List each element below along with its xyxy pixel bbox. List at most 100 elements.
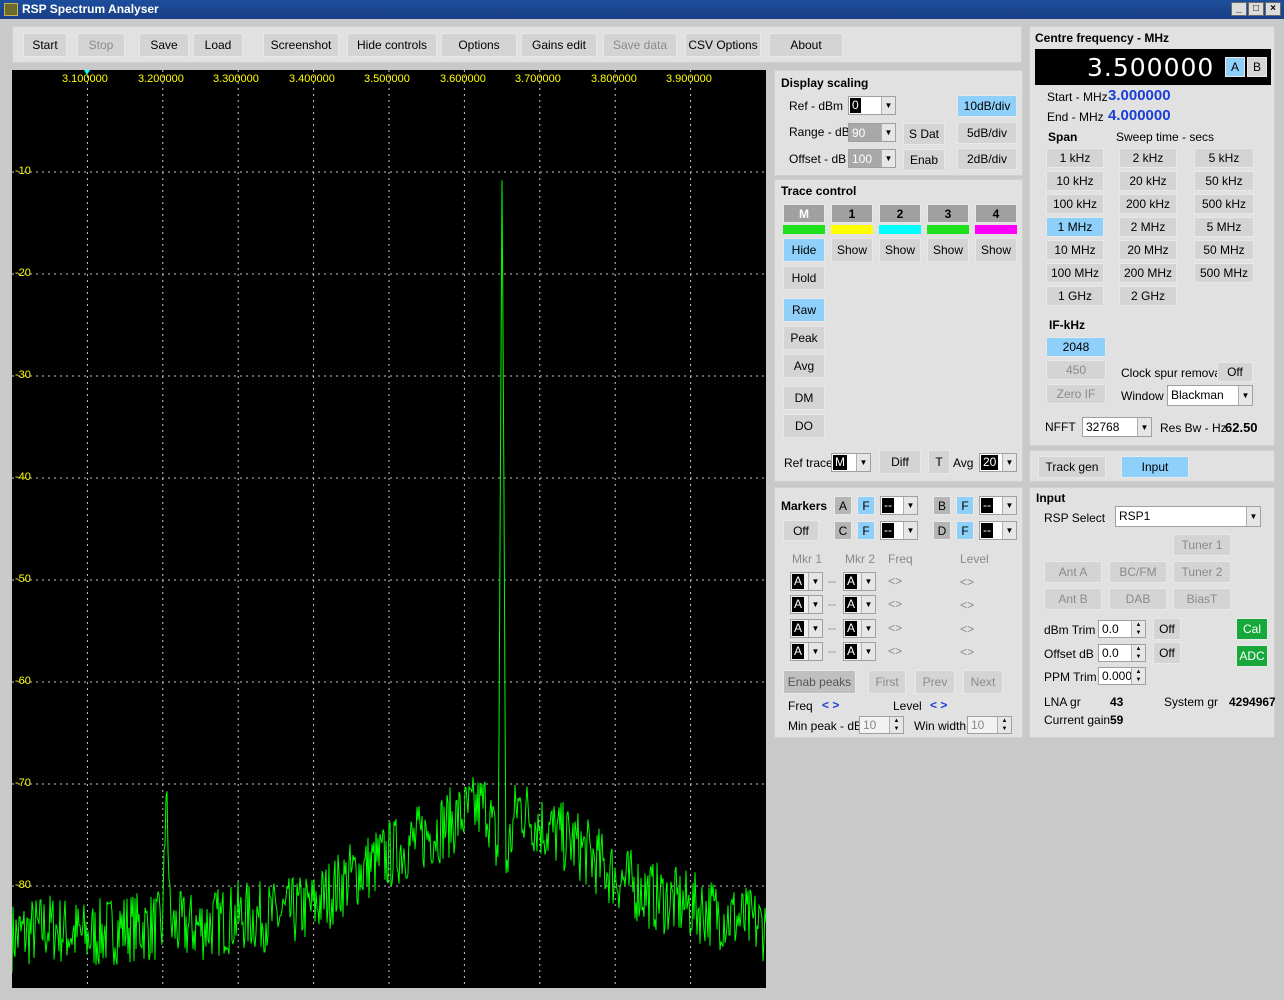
span-20khz-button[interactable]: 20 kHz [1119, 171, 1177, 191]
markers-off-button[interactable]: Off [783, 520, 819, 541]
do-button[interactable]: DO [783, 414, 825, 438]
options-button[interactable]: Options [441, 33, 517, 57]
trace-1-tab[interactable]: 1 [831, 204, 873, 223]
mkr2-select[interactable]: A ▼ [843, 595, 876, 614]
stop-button[interactable]: Stop [77, 33, 125, 57]
zero-if-button[interactable]: Zero IF [1046, 384, 1106, 404]
trace-2-tab[interactable]: 2 [879, 204, 921, 223]
peak-button[interactable]: Peak [783, 326, 825, 350]
freq-b-button[interactable]: B [1247, 57, 1267, 77]
save-data-button[interactable]: Save data [603, 33, 677, 57]
trace-m-hide-button[interactable]: Hide [783, 238, 825, 262]
marker-c-select[interactable]: -- ▼ [880, 521, 918, 540]
span-200mhz-button[interactable]: 200 MHz [1119, 263, 1177, 283]
avg-button[interactable]: Avg [783, 354, 825, 378]
trace-3-tab[interactable]: 3 [927, 204, 969, 223]
if-450-button[interactable]: 450 [1046, 360, 1106, 380]
span-2mhz-button[interactable]: 2 MHz [1119, 217, 1177, 237]
span-1khz-button[interactable]: 1 kHz [1046, 148, 1104, 168]
span-200khz-button[interactable]: 200 kHz [1119, 194, 1177, 214]
marker-d-select[interactable]: -- ▼ [979, 521, 1017, 540]
mkr2-select[interactable]: A ▼ [843, 572, 876, 591]
trace-4-tab[interactable]: 4 [975, 204, 1017, 223]
offset-db-stepper[interactable]: 0.0 ▲ ▼ [1098, 644, 1146, 662]
marker-c-f-button[interactable]: F [857, 521, 875, 540]
marker-b-select[interactable]: -- ▼ [979, 496, 1017, 515]
track-gen-button[interactable]: Track gen [1038, 456, 1106, 478]
marker-a-select[interactable]: -- ▼ [880, 496, 918, 515]
about-button[interactable]: About [769, 33, 843, 57]
span-2ghz-button[interactable]: 2 GHz [1119, 286, 1177, 306]
marker-a-button[interactable]: A [834, 496, 852, 515]
window-select[interactable]: Blackman ▼ [1167, 385, 1253, 406]
close-icon[interactable]: × [1265, 2, 1281, 16]
trace-4-show-button[interactable]: Show [975, 238, 1017, 262]
prev-peak-button[interactable]: Prev [915, 670, 955, 694]
csv-options-button[interactable]: CSV Options [685, 33, 761, 57]
marker-a-f-button[interactable]: F [857, 496, 875, 515]
ref-trace-select[interactable]: M ▼ [831, 453, 871, 472]
end-mhz-value[interactable]: 4.000000 [1108, 107, 1171, 124]
span-5mhz-button[interactable]: 5 MHz [1194, 217, 1254, 237]
bias-t-button[interactable]: BiasT [1173, 588, 1231, 610]
nfft-select[interactable]: 32768 ▼ [1082, 417, 1152, 437]
peak-level-arrows[interactable]: < > [930, 698, 947, 712]
span-500mhz-button[interactable]: 500 MHz [1194, 263, 1254, 283]
dbm-trim-stepper[interactable]: 0.0 ▲ ▼ [1098, 620, 1146, 638]
2db-div-button[interactable]: 2dB/div [957, 148, 1017, 170]
raw-button[interactable]: Raw [783, 298, 825, 322]
input-mode-button[interactable]: Input [1121, 456, 1189, 478]
ant-a-button[interactable]: Ant A [1044, 561, 1102, 583]
start-mhz-value[interactable]: 3.000000 [1108, 87, 1171, 104]
centre-frequency-display[interactable]: 3.500000 A B [1035, 49, 1271, 85]
ant-b-button[interactable]: Ant B [1044, 588, 1102, 610]
rsp-select[interactable]: RSP1 ▼ [1115, 506, 1261, 527]
gains-edit-button[interactable]: Gains edit [521, 33, 597, 57]
mkr1-select[interactable]: A ▼ [790, 595, 823, 614]
marker-b-button[interactable]: B [933, 496, 951, 515]
next-peak-button[interactable]: Next [963, 670, 1003, 694]
enab-button[interactable]: Enab [903, 149, 945, 171]
5db-div-button[interactable]: 5dB/div [957, 122, 1017, 144]
span-50khz-button[interactable]: 50 kHz [1194, 171, 1254, 191]
mkr2-select[interactable]: A ▼ [843, 642, 876, 661]
clock-spur-toggle[interactable]: Off [1217, 362, 1253, 382]
min-peak-stepper[interactable]: 10 ▲ ▼ [859, 716, 904, 734]
tuner-1-button[interactable]: Tuner 1 [1173, 534, 1231, 556]
if-2048-button[interactable]: 2048 [1046, 337, 1106, 357]
span-50mhz-button[interactable]: 50 MHz [1194, 240, 1254, 260]
t-button[interactable]: T [928, 450, 950, 474]
peak-freq-arrows[interactable]: < > [822, 698, 839, 712]
save-button[interactable]: Save [139, 33, 189, 57]
offset-db-select[interactable]: 100 ▼ [848, 149, 896, 168]
avg-count-select[interactable]: 20 ▼ [979, 453, 1017, 472]
mkr1-select[interactable]: A ▼ [790, 619, 823, 638]
load-button[interactable]: Load [193, 33, 243, 57]
hide-controls-button[interactable]: Hide controls [347, 33, 437, 57]
span-500khz-button[interactable]: 500 kHz [1194, 194, 1254, 214]
bc-fm-button[interactable]: BC/FM [1109, 561, 1167, 583]
tuner-2-button[interactable]: Tuner 2 [1173, 561, 1231, 583]
ppm-trim-stepper[interactable]: 0.000 ▲ ▼ [1098, 667, 1146, 685]
cal-button[interactable]: Cal [1236, 618, 1268, 640]
s-dat-button[interactable]: S Dat [903, 123, 945, 145]
span-10mhz-button[interactable]: 10 MHz [1046, 240, 1104, 260]
dab-button[interactable]: DAB [1109, 588, 1167, 610]
enab-peaks-button[interactable]: Enab peaks [783, 670, 856, 694]
marker-c-button[interactable]: C [834, 521, 852, 540]
restore-icon[interactable]: □ [1248, 2, 1264, 16]
dbm-trim-off-button[interactable]: Off [1153, 618, 1181, 640]
start-button[interactable]: Start [23, 33, 67, 57]
span-20mhz-button[interactable]: 20 MHz [1119, 240, 1177, 260]
dm-button[interactable]: DM [783, 386, 825, 410]
marker-b-f-button[interactable]: F [956, 496, 974, 515]
trace-3-show-button[interactable]: Show [927, 238, 969, 262]
adc-button[interactable]: ADC [1236, 645, 1268, 667]
range-db-select[interactable]: 90 ▼ [848, 123, 896, 142]
trace-2-show-button[interactable]: Show [879, 238, 921, 262]
mkr2-select[interactable]: A ▼ [843, 619, 876, 638]
spectrum-plot[interactable]: 3.100000 3.200000 3.300000 3.400000 3.50… [12, 70, 766, 988]
mkr1-select[interactable]: A ▼ [790, 642, 823, 661]
mkr1-select[interactable]: A ▼ [790, 572, 823, 591]
trace-m-tab[interactable]: M [783, 204, 825, 223]
